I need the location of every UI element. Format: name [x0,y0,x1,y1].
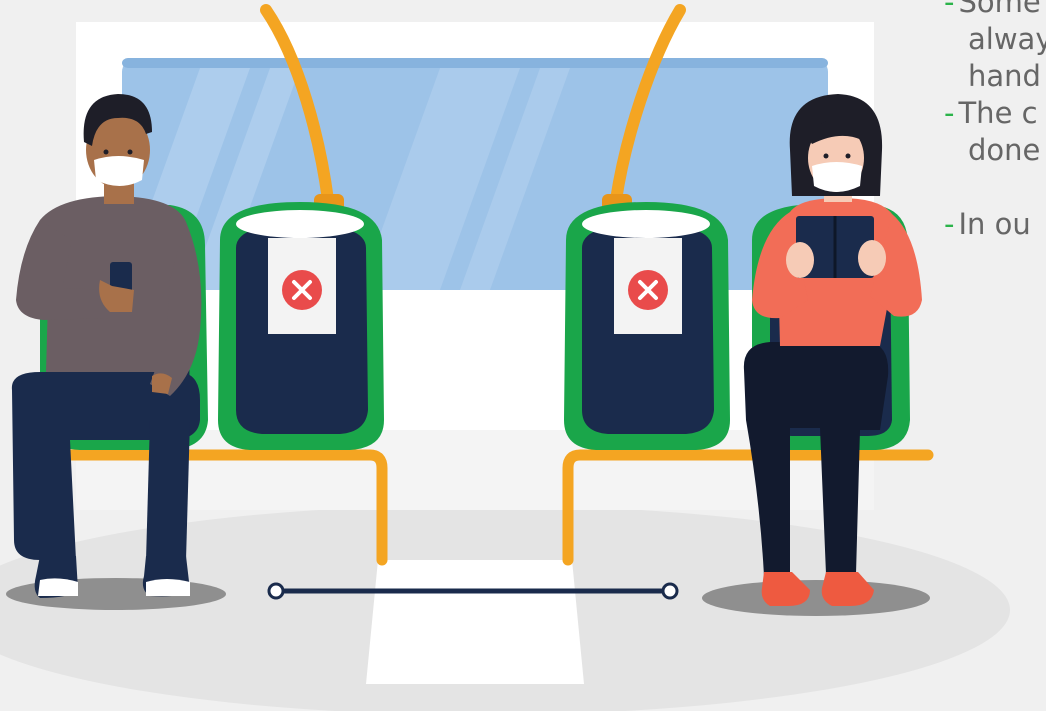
bullet-dash: - [944,96,955,130]
shadow [702,580,930,616]
note-item: - The c done [944,95,1046,169]
distance-endpoint [661,582,679,600]
notes-panel: - Some alway hand - The c done - In ou [944,0,1046,243]
note-text: hand [968,59,1041,93]
note-text: Some [958,0,1041,19]
bullet-dash: - [944,207,955,241]
face-mask [94,156,144,186]
note-text: done [968,133,1041,167]
distance-endpoint [267,582,285,600]
bullet-dash: - [944,0,955,19]
note-text: alway [968,22,1046,56]
note-item: - In ou [944,206,1046,243]
bus-seating-illustration [0,4,1010,711]
face-mask [812,162,862,192]
note-text: The c [958,96,1038,130]
blocked-seat [564,202,730,450]
window-top-strip [122,58,828,68]
blocked-seat [218,202,384,450]
note-item: - Some alway hand [944,0,1046,95]
note-text: In ou [958,207,1031,241]
aisle-strip [366,560,584,684]
